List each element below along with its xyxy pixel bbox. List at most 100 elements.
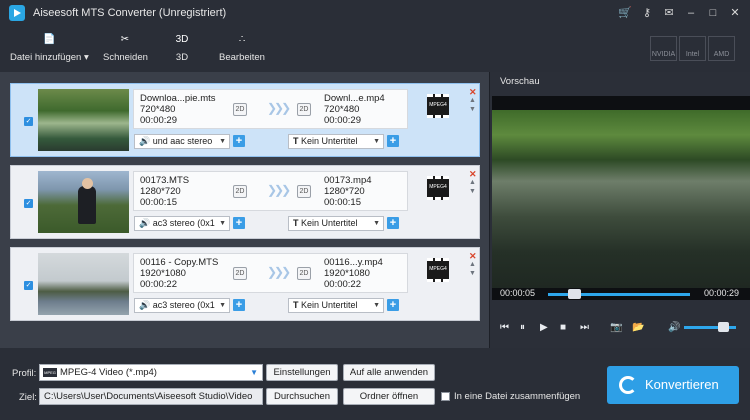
add-file-label: Datei hinzufügen	[10, 52, 82, 63]
chevron-down-icon: ▼	[373, 138, 380, 145]
move-down-icon[interactable]: ▼	[469, 188, 476, 195]
text-icon: T	[293, 136, 299, 146]
2d-badge: 2D	[297, 103, 311, 116]
skip-end-icon[interactable]: ⏭	[580, 322, 589, 333]
profile-select[interactable]: MPEG MPEG-4 Video (*.mp4) ▼	[39, 364, 263, 381]
subtitle-select[interactable]: T Kein Untertitel ▼	[288, 216, 384, 231]
next-frame-icon[interactable]: ▶	[540, 322, 548, 333]
2d-badge: 2D	[233, 185, 247, 198]
film-format-icon[interactable]: MPEG4	[427, 258, 449, 282]
key-icon[interactable]: ⚷	[638, 4, 656, 22]
output-duration: 00:00:29	[324, 115, 361, 126]
source-resolution: 1280*720	[140, 186, 181, 197]
output-duration: 00:00:15	[324, 197, 361, 208]
maximize-button[interactable]: □	[704, 4, 722, 22]
source-filename: Downloa...pie.mts	[140, 93, 216, 104]
profile-value: MPEG-4 Video (*.mp4)	[60, 367, 157, 378]
settings-button[interactable]: Einstellungen	[266, 364, 338, 381]
add-audio-button[interactable]: +	[233, 135, 245, 147]
stop-icon[interactable]: ■	[560, 322, 566, 333]
target-path-field[interactable]: C:\Users\User\Documents\Aiseesoft Studio…	[39, 388, 263, 405]
speaker-icon: 🔊	[139, 300, 151, 310]
source-info: Downloa...pie.mts 720*480 00:00:29	[140, 93, 216, 126]
audio-track-select[interactable]: 🔊 ac3 stereo (0x1 ▼	[134, 216, 230, 231]
add-file-button[interactable]: 📄 Datei hinzufügen ▾	[10, 34, 89, 63]
move-up-icon[interactable]: ▲	[469, 179, 476, 186]
move-down-icon[interactable]: ▼	[469, 270, 476, 277]
item-checkbox[interactable]: ✓	[24, 199, 33, 208]
volume-icon[interactable]: 🔊	[668, 322, 680, 333]
video-preview[interactable]	[492, 110, 750, 288]
mp4-icon: MPEG	[43, 368, 57, 377]
source-info: 00116 - Copy.MTS 1920*1080 00:00:22	[140, 257, 218, 290]
folder-icon[interactable]: 📂	[632, 322, 644, 333]
minimize-button[interactable]: –	[682, 4, 700, 22]
output-filename: 00116...y.mp4	[324, 257, 383, 268]
add-audio-button[interactable]: +	[233, 217, 245, 229]
add-subtitle-button[interactable]: +	[387, 135, 399, 147]
film-format-icon[interactable]: MPEG4	[427, 176, 449, 200]
audio-track-select[interactable]: 🔊 ac3 stereo (0x1 ▼	[134, 298, 230, 313]
window-title: Aiseesoft MTS Converter (Unregistriert)	[33, 7, 227, 19]
file-item[interactable]: ✓ 00173.MTS 1280*720 00:00:15 2D ❯❯❯ 2D …	[10, 165, 480, 239]
file-item[interactable]: ✓ Downloa...pie.mts 720*480 00:00:29 2D …	[10, 83, 480, 157]
seek-handle[interactable]	[567, 289, 581, 299]
2d-badge: 2D	[297, 267, 311, 280]
app-logo-icon	[9, 5, 25, 21]
feedback-icon[interactable]: ✉	[660, 4, 678, 22]
chevron-down-icon[interactable]: ▾	[84, 52, 89, 63]
source-duration: 00:00:22	[140, 279, 177, 290]
output-filename: Downl...e.mp4	[324, 93, 385, 104]
output-filename: 00173.mp4	[324, 175, 372, 186]
move-down-icon[interactable]: ▼	[469, 106, 476, 113]
skip-start-icon[interactable]: ⏮	[500, 322, 509, 333]
thumbnail-person	[78, 178, 96, 224]
add-subtitle-button[interactable]: +	[387, 217, 399, 229]
amd-accel-icon: AMD	[708, 36, 735, 61]
source-resolution: 1920*1080	[140, 268, 186, 279]
convert-arrow-icon: ❯❯❯	[267, 265, 291, 279]
speaker-icon: 🔊	[139, 136, 151, 146]
file-item[interactable]: ✓ 00116 - Copy.MTS 1920*1080 00:00:22 2D…	[10, 247, 480, 321]
close-button[interactable]: ✕	[726, 4, 744, 22]
intel-accel-icon: Intel	[679, 36, 706, 61]
volume-handle[interactable]	[718, 322, 729, 332]
apply-all-button[interactable]: Auf alle anwenden	[343, 364, 435, 381]
conversion-box: Downloa...pie.mts 720*480 00:00:29 2D ❯❯…	[133, 89, 408, 129]
edit-button[interactable]: ∴ Bearbeiten	[216, 34, 268, 63]
open-folder-button[interactable]: Ordner öffnen	[343, 388, 435, 405]
move-up-icon[interactable]: ▲	[469, 261, 476, 268]
audio-track-select[interactable]: 🔊 und aac stereo ▼	[134, 134, 230, 149]
subtitle-select[interactable]: T Kein Untertitel ▼	[288, 134, 384, 149]
conversion-box: 00116 - Copy.MTS 1920*1080 00:00:22 2D ❯…	[133, 253, 408, 293]
film-format-icon[interactable]: MPEG4	[427, 94, 449, 118]
item-checkbox[interactable]: ✓	[24, 117, 33, 126]
2d-badge: 2D	[297, 185, 311, 198]
merge-checkbox[interactable]	[441, 392, 450, 401]
add-subtitle-button[interactable]: +	[387, 299, 399, 311]
video-thumbnail	[38, 253, 129, 315]
audio-track-value: ac3 stereo (0x1	[152, 218, 215, 228]
file-list: ✓ Downloa...pie.mts 720*480 00:00:29 2D …	[0, 72, 489, 348]
source-duration: 00:00:15	[140, 197, 177, 208]
2d-badge: 2D	[233, 267, 247, 280]
item-checkbox[interactable]: ✓	[24, 281, 33, 290]
edit-label: Bearbeiten	[219, 52, 265, 63]
subtitle-value: Kein Untertitel	[301, 136, 358, 146]
cut-button[interactable]: ✂ Schneiden	[103, 34, 148, 63]
add-audio-button[interactable]: +	[233, 299, 245, 311]
3d-button[interactable]: 3D 3D	[170, 34, 194, 63]
move-up-icon[interactable]: ▲	[469, 97, 476, 104]
3d-label: 3D	[175, 52, 189, 63]
cart-icon[interactable]: 🛒	[616, 4, 634, 22]
profile-label: Profil:	[12, 368, 37, 379]
total-time: 00:00:29	[704, 288, 740, 298]
snapshot-icon[interactable]: 📷	[610, 322, 622, 333]
text-icon: T	[293, 300, 299, 310]
browse-button[interactable]: Durchsuchen	[266, 388, 338, 405]
subtitle-select[interactable]: T Kein Untertitel ▼	[288, 298, 384, 313]
pause-icon[interactable]: ⏸	[520, 322, 525, 333]
text-icon: T	[293, 218, 299, 228]
output-resolution: 1920*1080	[324, 268, 370, 279]
convert-button[interactable]: Konvertieren	[607, 366, 739, 404]
